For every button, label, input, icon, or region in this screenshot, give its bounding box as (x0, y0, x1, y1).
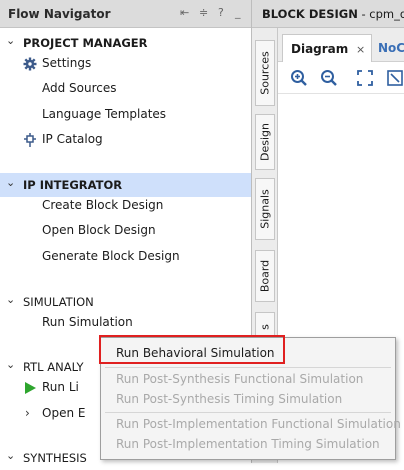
side-tab-label: Signals (258, 189, 272, 229)
expand-all-icon[interactable]: ≑ (199, 6, 208, 19)
side-tab-label: s (258, 324, 272, 330)
diagram-toolbar (278, 62, 404, 94)
collapse-all-icon[interactable]: ⇤ (180, 6, 189, 19)
chevron-down-icon[interactable]: ⌄ (6, 358, 15, 371)
flow-navigator-title: Flow Navigator (8, 7, 111, 21)
section-label: PROJECT MANAGER (23, 36, 148, 50)
zoom-in-icon[interactable] (290, 69, 308, 87)
play-icon (25, 382, 36, 394)
nav-item-add-sources[interactable]: Add Sources (42, 81, 117, 101)
nav-item-open-elaborated-design[interactable]: › Open E (25, 406, 86, 426)
nav-item-open-block-design[interactable]: Open Block Design (42, 223, 156, 243)
nav-item-label: Open E (42, 406, 86, 420)
chevron-down-icon[interactable]: ⌄ (6, 34, 15, 47)
menu-divider (105, 367, 391, 368)
section-label: IP INTEGRATOR (23, 178, 123, 192)
help-icon[interactable]: ? (218, 6, 224, 19)
minimize-icon[interactable]: _ (235, 6, 241, 19)
nav-item-language-templates[interactable]: Language Templates (42, 107, 166, 127)
side-tab-design[interactable]: Design (255, 114, 275, 170)
nav-item-label: Settings (42, 56, 92, 70)
section-ip-integrator[interactable]: ⌄ IP INTEGRATOR (0, 173, 251, 197)
menu-item-post-implementation-timing[interactable]: Run Post-Implementation Timing Simulatio… (116, 437, 380, 451)
side-tab-board[interactable]: Board (255, 250, 275, 302)
section-project-manager[interactable]: ⌄ PROJECT MANAGER (0, 31, 251, 55)
nav-item-label: Open Block Design (42, 223, 156, 237)
zoom-out-icon[interactable] (320, 69, 338, 87)
tab-label: Diagram (291, 42, 349, 56)
nav-item-label: Generate Block Design (42, 249, 180, 263)
diagram-tab-bar: Diagram × NoC (278, 28, 404, 62)
close-icon[interactable]: × (356, 43, 365, 56)
nav-item-label: IP Catalog (42, 132, 103, 146)
nav-item-label: Add Sources (42, 81, 117, 95)
side-tab-signals[interactable]: Signals (255, 178, 275, 240)
nav-item-label: Create Block Design (42, 198, 164, 212)
block-design-subtitle: - cpm_q (357, 7, 404, 21)
chevron-right-icon[interactable]: › (25, 406, 30, 420)
nav-item-ip-catalog[interactable]: IP Catalog (24, 132, 103, 152)
chevron-down-icon[interactable]: ⌄ (6, 176, 15, 189)
section-simulation[interactable]: ⌄ SIMULATION (0, 290, 251, 314)
auto-fit-icon[interactable] (386, 69, 404, 87)
chevron-down-icon[interactable]: ⌄ (6, 293, 15, 306)
ip-plug-icon (24, 133, 36, 147)
nav-item-run-linter[interactable]: Run Li (25, 380, 79, 400)
block-design-title: BLOCK DESIGN - cpm_q (262, 7, 404, 21)
tab-diagram[interactable]: Diagram × (282, 34, 372, 62)
nav-item-run-simulation[interactable]: Run Simulation (42, 315, 133, 335)
side-tab-label: Board (258, 259, 272, 293)
gear-icon (23, 57, 37, 71)
chevron-down-icon[interactable]: ⌄ (6, 449, 15, 462)
tab-noc[interactable]: NoC (378, 41, 404, 55)
block-design-title-text: BLOCK DESIGN (262, 7, 358, 21)
side-tab-label: Sources (258, 51, 272, 95)
flow-navigator-header: Flow Navigator ⇤ ≑ ? _ (0, 0, 251, 28)
nav-item-label: Run Simulation (42, 315, 133, 329)
nav-item-create-block-design[interactable]: Create Block Design (42, 198, 163, 218)
section-label: SIMULATION (23, 295, 94, 309)
section-label: RTL ANALY (23, 360, 84, 374)
menu-divider (105, 412, 391, 413)
block-design-header: BLOCK DESIGN - cpm_q (252, 0, 404, 28)
nav-item-label: Run Li (42, 380, 79, 394)
menu-item-post-synthesis-timing[interactable]: Run Post-Synthesis Timing Simulation (116, 392, 342, 406)
menu-item-post-implementation-functional[interactable]: Run Post-Implementation Functional Simul… (116, 417, 401, 431)
side-tab-sources[interactable]: Sources (255, 40, 275, 106)
nav-item-generate-block-design[interactable]: Generate Block Design (42, 249, 180, 269)
red-highlight-box (99, 335, 285, 364)
nav-item-settings[interactable]: Settings (23, 56, 92, 76)
nav-item-label: Language Templates (42, 107, 167, 121)
fit-view-icon[interactable] (356, 69, 374, 87)
menu-item-post-synthesis-functional[interactable]: Run Post-Synthesis Functional Simulation (116, 372, 363, 386)
side-tab-label: Design (258, 123, 272, 161)
